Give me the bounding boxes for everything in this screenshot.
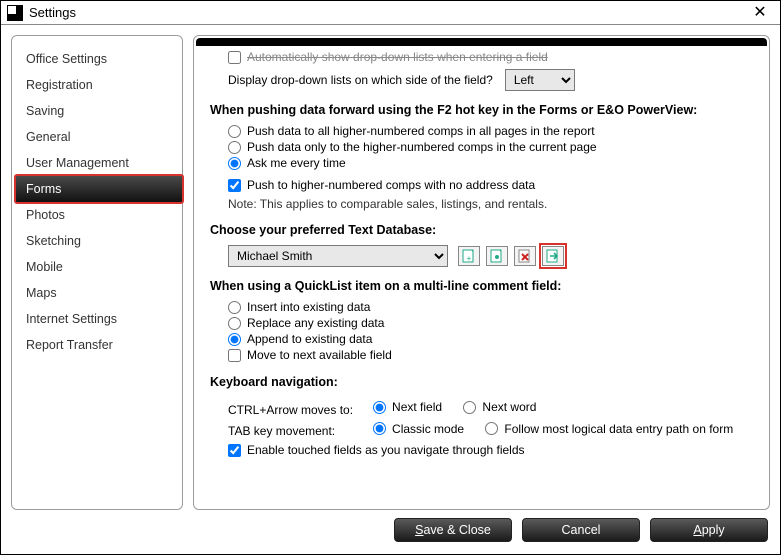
ctrl-arrow-label: CTRL+Arrow moves to: (228, 399, 373, 417)
db-migrate-icon[interactable] (542, 246, 564, 266)
cancel-button[interactable]: Cancel (522, 518, 640, 542)
quicklist-replace-label: Replace any existing data (247, 316, 384, 330)
sidebar-item-mobile[interactable]: Mobile (20, 254, 178, 280)
ctrl-arrow-field-label: Next field (392, 400, 442, 414)
sidebar-item-forms[interactable]: Forms (14, 174, 184, 204)
sidebar-item-photos[interactable]: Photos (20, 202, 178, 228)
push-no-address-checkbox[interactable] (228, 179, 241, 192)
quicklist-insert-radio[interactable] (228, 301, 241, 314)
tab-classic-radio[interactable] (373, 422, 386, 435)
sidebar: Office Settings Registration Saving Gene… (11, 35, 183, 510)
sidebar-item-internet-settings[interactable]: Internet Settings (20, 306, 178, 332)
content-scroll[interactable]: Automatically show drop-down lists when … (196, 46, 767, 507)
touched-fields-checkbox[interactable] (228, 444, 241, 457)
push-note: Note: This applies to comparable sales, … (228, 197, 753, 211)
push-ask-radio[interactable] (228, 157, 241, 170)
db-new-icon[interactable] (486, 246, 508, 266)
push-current-radio[interactable] (228, 141, 241, 154)
quicklist-replace-radio[interactable] (228, 317, 241, 330)
ctrl-arrow-word-radio[interactable] (463, 401, 476, 414)
titlebar: Settings ✕ (1, 1, 780, 25)
text-database-select[interactable]: Michael Smith (228, 245, 448, 267)
svg-text:+: + (467, 254, 472, 263)
sidebar-item-report-transfer[interactable]: Report Transfer (20, 332, 178, 358)
dropdown-side-label: Display drop-down lists on which side of… (228, 73, 493, 87)
touched-fields-label: Enable touched fields as you navigate th… (247, 443, 525, 457)
push-no-address-label: Push to higher-numbered comps with no ad… (247, 178, 535, 192)
push-section-title: When pushing data forward using the F2 h… (210, 103, 753, 117)
sidebar-item-registration[interactable]: Registration (20, 72, 178, 98)
push-all-label: Push data to all higher-numbered comps i… (247, 124, 595, 138)
save-close-button[interactable]: Save & Close (394, 518, 512, 542)
close-button[interactable]: ✕ (746, 5, 774, 21)
db-section-title: Choose your preferred Text Database: (210, 223, 753, 237)
tab-classic-label: Classic mode (392, 422, 464, 436)
quicklist-move-checkbox[interactable] (228, 349, 241, 362)
footer: Save & Close Cancel Apply (1, 510, 780, 554)
sidebar-item-sketching[interactable]: Sketching (20, 228, 178, 254)
sidebar-item-saving[interactable]: Saving (20, 98, 178, 124)
sidebar-item-general[interactable]: General (20, 124, 178, 150)
tab-logical-radio[interactable] (485, 422, 498, 435)
quicklist-insert-label: Insert into existing data (247, 300, 370, 314)
push-all-radio[interactable] (228, 125, 241, 138)
apply-button[interactable]: Apply (650, 518, 768, 542)
quicklist-append-label: Append to existing data (247, 332, 372, 346)
ctrl-arrow-field-radio[interactable] (373, 401, 386, 414)
tab-logical-label: Follow most logical data entry path on f… (504, 422, 733, 436)
push-ask-label: Ask me every time (247, 156, 346, 170)
quicklist-append-radio[interactable] (228, 333, 241, 346)
keynav-title: Keyboard navigation: (210, 375, 753, 389)
db-delete-icon[interactable] (514, 246, 536, 266)
push-current-label: Push data only to the higher-numbered co… (247, 140, 597, 154)
window-title: Settings (29, 5, 76, 20)
ctrl-arrow-word-label: Next word (482, 400, 536, 414)
content-header-bar (196, 38, 767, 46)
content-panel: Automatically show drop-down lists when … (193, 35, 770, 510)
auto-dropdown-checkbox[interactable] (228, 51, 241, 64)
sidebar-item-user-management[interactable]: User Management (20, 150, 178, 176)
app-icon (7, 5, 23, 21)
db-add-icon[interactable]: + (458, 246, 480, 266)
dropdown-side-select[interactable]: Left (505, 69, 575, 91)
quicklist-title: When using a QuickList item on a multi-l… (210, 279, 753, 293)
quicklist-move-label: Move to next available field (247, 348, 392, 362)
tab-key-label: TAB key movement: (228, 421, 373, 439)
sidebar-item-office-settings[interactable]: Office Settings (20, 46, 178, 72)
sidebar-item-maps[interactable]: Maps (20, 280, 178, 306)
settings-window: Settings ✕ Office Settings Registration … (0, 0, 781, 555)
auto-dropdown-label: Automatically show drop-down lists when … (247, 50, 548, 64)
